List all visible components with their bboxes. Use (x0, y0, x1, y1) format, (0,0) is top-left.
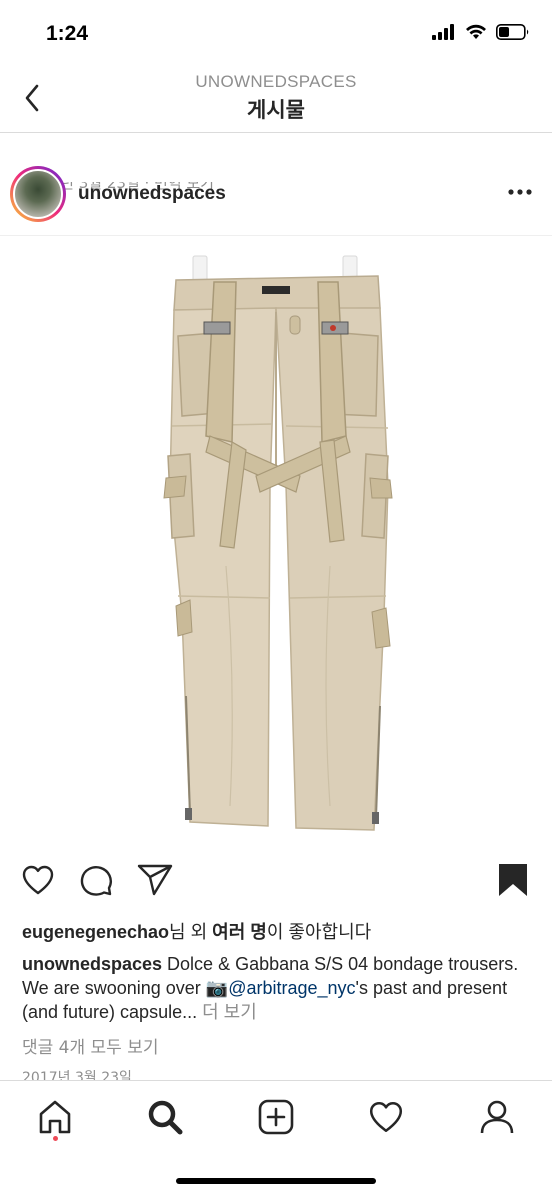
liker-username[interactable]: eugenegenechao (22, 922, 169, 942)
share-icon[interactable] (136, 862, 174, 898)
tab-new-post[interactable] (254, 1095, 298, 1139)
view-all-comments-link[interactable]: 댓글 4개 모두 보기 (22, 1033, 159, 1058)
likes-others-link[interactable]: 여러 명 (212, 922, 267, 942)
signal-icon (432, 24, 454, 40)
tab-search[interactable] (143, 1095, 187, 1139)
heart-icon[interactable] (20, 862, 56, 898)
page-title: 게시물 (247, 98, 305, 122)
status-time: 1:24 (46, 22, 89, 45)
likes-suffix-text: 이 좋아합니다 (266, 922, 372, 942)
post-image[interactable] (0, 236, 552, 850)
caption-username[interactable]: unownedspaces (22, 954, 162, 974)
caption-mention[interactable]: @arbitrage_nyc (228, 978, 355, 998)
bookmark-icon[interactable] (496, 862, 530, 898)
post-username[interactable]: unownedspaces (78, 183, 226, 205)
wifi-icon (466, 24, 486, 39)
home-notification-dot (53, 1136, 58, 1141)
add-post-icon (258, 1099, 294, 1135)
tab-activity[interactable] (364, 1095, 408, 1139)
story-ring[interactable] (10, 166, 66, 222)
camera-emoji-icon: 📷 (205, 978, 229, 998)
comment-icon[interactable] (78, 862, 114, 898)
tab-home[interactable] (33, 1095, 77, 1139)
header-account-name: UNOWNEDSPACES (195, 72, 357, 91)
home-icon (39, 1100, 71, 1134)
status-bar: 1:24 (0, 0, 552, 70)
search-icon (148, 1100, 183, 1135)
nav-header: UNOWNEDSPACES 게시물 2017년 3월 23일 · 번역 보기 (0, 70, 552, 192)
status-icons (432, 24, 530, 40)
caption-ellipsis: ... (182, 1002, 198, 1022)
likes-line: eugenegenechao님 외 여러 명이 좋아합니다 (22, 918, 371, 944)
tab-profile[interactable] (475, 1095, 519, 1139)
home-indicator[interactable] (176, 1178, 376, 1184)
likes-mid-text: 님 외 (169, 922, 213, 942)
post-caption: unownedspaces Dolce & Gabbana S/S 04 bon… (22, 952, 532, 1024)
battery-icon (496, 24, 529, 40)
avatar (13, 169, 63, 219)
profile-icon (480, 1100, 514, 1134)
caption-more-link[interactable]: 더 보기 (202, 1002, 257, 1022)
post-header: unownedspaces (0, 132, 552, 236)
more-horizontal-icon[interactable] (508, 188, 532, 196)
activity-heart-icon (369, 1102, 403, 1132)
post-date: 2017년 3월 23일 (22, 1070, 132, 1081)
trousers-photo (0, 236, 552, 850)
post-action-bar (0, 858, 552, 906)
